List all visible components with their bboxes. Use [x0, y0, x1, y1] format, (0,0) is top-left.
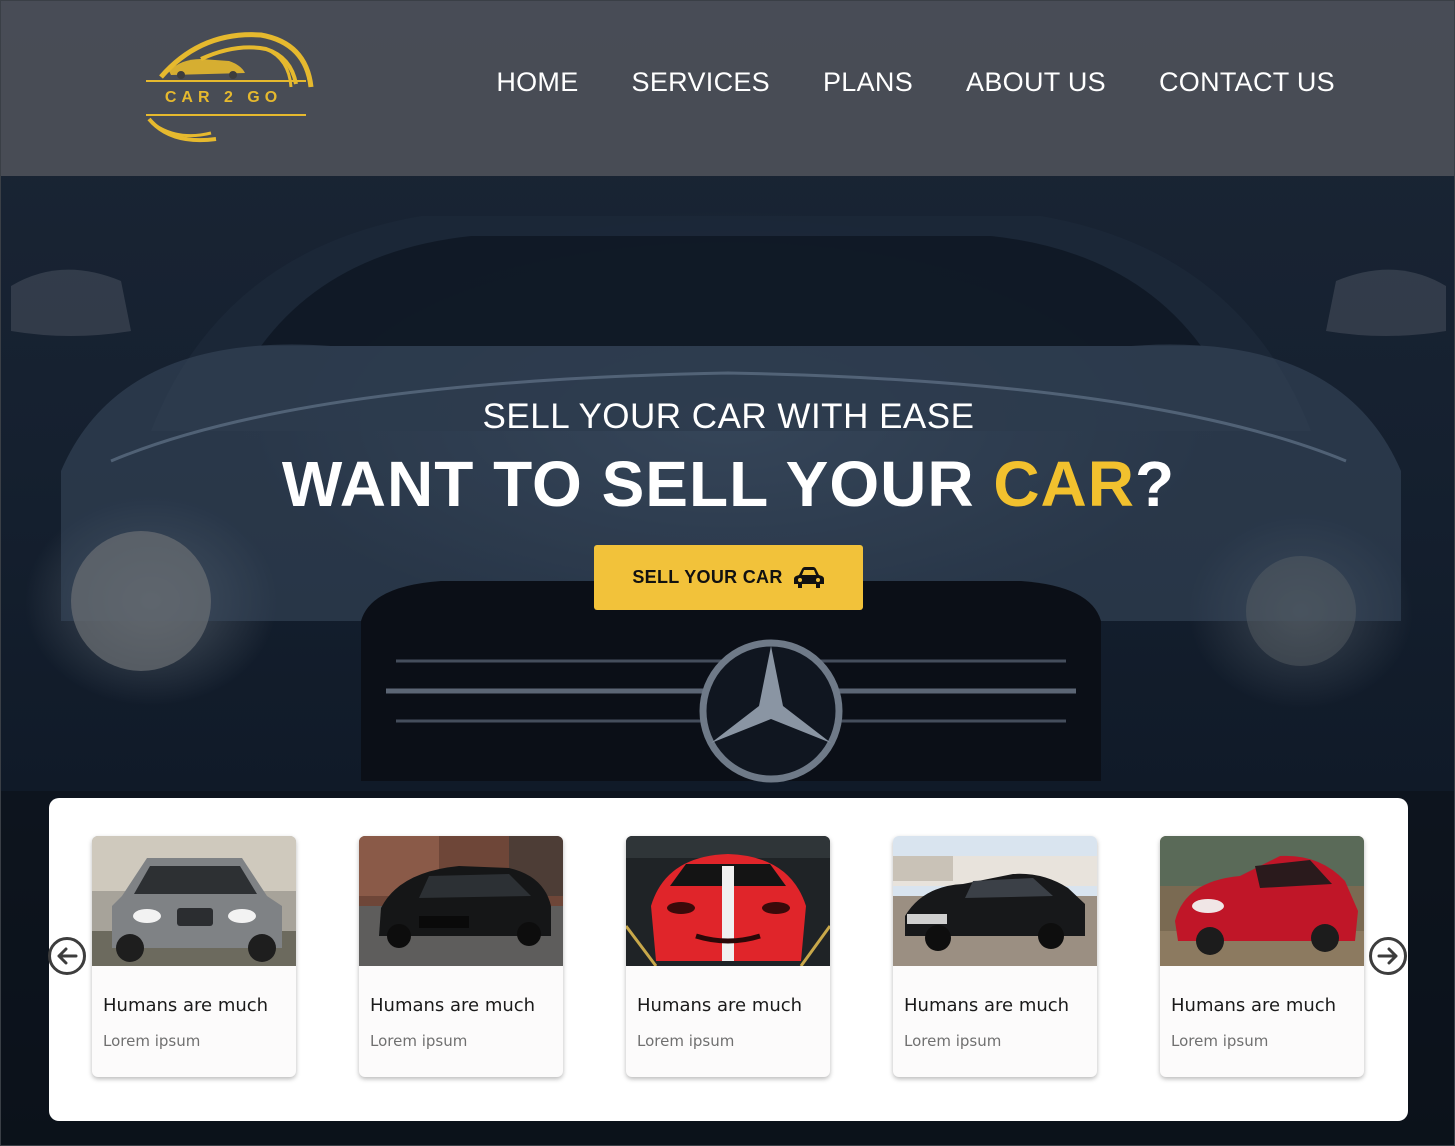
card-subtitle: Lorem ipsum: [904, 1032, 1002, 1050]
card-title: Humans are much: [370, 995, 536, 1016]
main-nav: HOME SERVICES PLANS ABOUT US CONTACT US: [496, 67, 1335, 98]
car-card[interactable]: Humans are much Lorem ipsum: [359, 836, 563, 1077]
featured-cars-carousel: Humans are much Lorem ipsum Humans are m…: [48, 798, 1408, 1121]
arrow-left-icon: [57, 947, 78, 965]
red-sports-car-photo: [626, 836, 830, 966]
arrow-right-icon: [1377, 947, 1398, 965]
sell-your-car-label: SELL YOUR CAR: [632, 567, 783, 587]
car-card[interactable]: Humans are much Lorem ipsum: [92, 836, 296, 1077]
card-subtitle: Lorem ipsum: [637, 1032, 735, 1050]
page-frame: CAR 2 GO HOME SERVICES PLANS ABOUT US CO…: [0, 0, 1455, 1146]
nav-services[interactable]: SERVICES: [632, 67, 770, 98]
car-card[interactable]: Humans are much Lorem ipsum: [1160, 836, 1364, 1077]
brand-logo[interactable]: CAR 2 GO: [141, 29, 316, 147]
logo-text: CAR 2 GO: [164, 89, 283, 106]
black-sedan-photo: [359, 836, 563, 966]
red-roadster-photo: [1160, 836, 1364, 966]
car-card[interactable]: Humans are much Lorem ipsum: [626, 836, 830, 1077]
card-title: Humans are much: [103, 995, 269, 1016]
nav-contact-us[interactable]: CONTACT US: [1159, 67, 1335, 98]
carousel-prev-button[interactable]: [48, 937, 86, 975]
black-muscle-car-photo: [893, 836, 1097, 966]
hero-title-suffix: ?: [1134, 448, 1176, 520]
card-subtitle: Lorem ipsum: [1171, 1032, 1269, 1050]
hero-subtitle: SELL YOUR CAR WITH EASE: [482, 397, 975, 436]
card-title: Humans are much: [1171, 995, 1337, 1016]
nav-about-us[interactable]: ABOUT US: [966, 67, 1106, 98]
car-icon: [793, 566, 824, 588]
card-title: Humans are much: [904, 995, 1070, 1016]
card-subtitle: Lorem ipsum: [103, 1032, 201, 1050]
silver-suv-photo: [92, 836, 296, 966]
nav-home[interactable]: HOME: [496, 67, 578, 98]
hero-title-accent: CAR: [993, 448, 1135, 520]
car-card[interactable]: Humans are much Lorem ipsum: [893, 836, 1097, 1077]
sell-your-car-button[interactable]: SELL YOUR CAR: [594, 545, 863, 610]
card-title: Humans are much: [637, 995, 803, 1016]
nav-plans[interactable]: PLANS: [823, 67, 913, 98]
hero-title: WANT TO SELL YOUR CAR?: [1, 447, 1454, 521]
card-subtitle: Lorem ipsum: [370, 1032, 468, 1050]
navigation-bar: CAR 2 GO HOME SERVICES PLANS ABOUT US CO…: [1, 1, 1454, 176]
car-swoosh-icon: [146, 32, 314, 143]
hero-title-prefix: WANT TO SELL YOUR: [281, 448, 994, 520]
carousel-next-button[interactable]: [1369, 937, 1407, 975]
